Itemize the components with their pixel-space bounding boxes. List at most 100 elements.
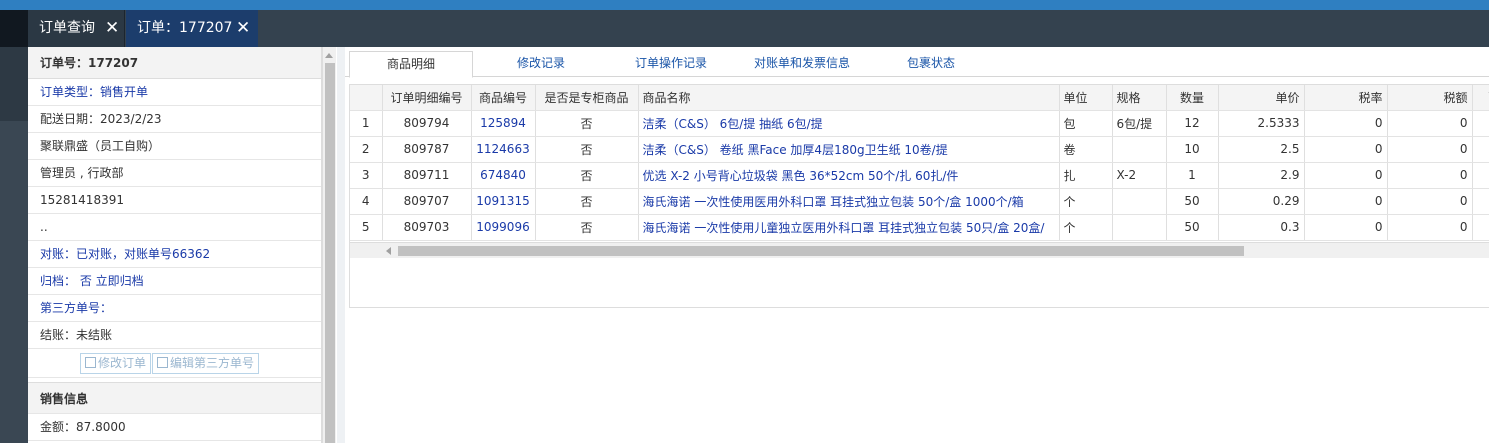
scrollbar-thumb[interactable]: [325, 63, 335, 443]
tab-modification-log[interactable]: 修改记录: [479, 51, 603, 77]
cell-tax-rate: 0: [1304, 136, 1388, 163]
splitter[interactable]: [337, 47, 345, 443]
cell-more: [1472, 110, 1489, 137]
row-number: 3: [350, 162, 383, 189]
edit-order-button[interactable]: 修改订单: [80, 353, 152, 374]
tab-order-detail[interactable]: 订单：177207 ✕: [126, 10, 258, 47]
table-row[interactable]: 1 809794 125894 否 洁柔（C&S） 6包/提 抽纸 6包/提 包…: [350, 110, 1489, 137]
cell-product-name-link[interactable]: 优选 X-2 小号背心垃圾袋 黑色 36*52cm 50个/扎 60扎/件: [638, 162, 1060, 189]
cell-price: 2.5333: [1218, 110, 1305, 137]
cell-product-code-link[interactable]: 125894: [471, 110, 536, 137]
table-row[interactable]: 2 809787 1124663 否 洁柔（C&S） 卷纸 黑Face 加厚4层…: [350, 136, 1489, 163]
tab-label: 订单查询: [39, 20, 95, 36]
col-header-tax-rate[interactable]: 税率: [1304, 85, 1388, 111]
reconcile-status[interactable]: 对账：已对账，对账单号66362: [28, 241, 321, 268]
cell-counter: 否: [535, 136, 639, 163]
col-header-more[interactable]: 7: [1472, 85, 1489, 111]
cell-product-name-link[interactable]: 洁柔（C&S） 6包/提 抽纸 6包/提: [638, 110, 1060, 137]
delivery-date: 配送日期：2023/2/23: [28, 106, 321, 133]
cell-tax-rate: 0: [1304, 188, 1388, 215]
cell-more: [1472, 136, 1489, 163]
cell-unit: 个: [1059, 214, 1113, 241]
side-nav-active-block: [0, 47, 28, 121]
edit-icon: [85, 357, 96, 368]
cell-product-name-link[interactable]: 洁柔（C&S） 卷纸 黑Face 加厚4层180g卫生纸 10卷/提: [638, 136, 1060, 163]
cell-more: [1472, 188, 1489, 215]
cell-spec: 6包/提: [1112, 110, 1167, 137]
col-header-price[interactable]: 单价: [1218, 85, 1305, 111]
col-header-product-code[interactable]: 商品编号: [471, 85, 536, 111]
row-number: 4: [350, 188, 383, 215]
order-number-header: 订单号：177207: [28, 47, 321, 79]
cell-tax-amount: 0: [1387, 136, 1473, 163]
cell-product-code-link[interactable]: 674840: [471, 162, 536, 189]
col-header-detail-id[interactable]: 订单明细编号: [382, 85, 472, 111]
scroll-left-arrow-icon[interactable]: [386, 247, 391, 255]
cell-tax-amount: 0: [1387, 188, 1473, 215]
cell-unit: 扎: [1059, 162, 1113, 189]
cell-product-code-link[interactable]: 1091315: [471, 188, 536, 215]
cell-detail-id: 809707: [382, 188, 472, 215]
archive-status[interactable]: 归档： 否 立即归档: [28, 268, 321, 295]
address: ..: [28, 214, 321, 241]
third-party-number: 第三方单号：: [28, 295, 321, 322]
row-number: 1: [350, 110, 383, 137]
col-header-counter[interactable]: 是否是专柜商品: [535, 85, 639, 111]
order-type[interactable]: 订单类型：销售开单: [28, 79, 321, 106]
cell-product-name-link[interactable]: 海氏海诺 一次性使用儿童独立医用外科口罩 耳挂式独立包装 50只/盒 20盒/: [638, 214, 1060, 241]
left-panel-scrollbar[interactable]: [322, 47, 336, 443]
tab-order-operation-log[interactable]: 订单操作记录: [609, 51, 733, 77]
col-header-rownum: [350, 85, 383, 111]
cell-unit: 包: [1059, 110, 1113, 137]
cell-product-code-link[interactable]: 1124663: [471, 136, 536, 163]
close-icon[interactable]: ✕: [105, 10, 119, 47]
edit-order-label: 修改订单: [98, 356, 147, 370]
edit-icon: [157, 357, 169, 368]
table-row[interactable]: 5 809703 1099096 否 海氏海诺 一次性使用儿童独立医用外科口罩 …: [350, 214, 1489, 241]
col-header-spec[interactable]: 规格: [1112, 85, 1167, 111]
cell-qty: 10: [1166, 136, 1219, 163]
cell-spec: [1112, 136, 1167, 163]
customer-name: 聚联鼎盛（员工自购）: [28, 133, 321, 160]
cell-unit: 卷: [1059, 136, 1113, 163]
tab-product-details[interactable]: 商品明细: [349, 51, 473, 78]
cell-counter: 否: [535, 214, 639, 241]
tab-order-query[interactable]: 订单查询 ✕: [28, 10, 125, 47]
side-nav-strip: [0, 47, 28, 443]
cell-spec: [1112, 214, 1167, 241]
table-row[interactable]: 3 809711 674840 否 优选 X-2 小号背心垃圾袋 黑色 36*5…: [350, 162, 1489, 189]
product-table: 订单明细编号 商品编号 是否是专柜商品 商品名称 单位 规格 数量 单价 税率 …: [350, 85, 1489, 241]
cell-price: 2.9: [1218, 162, 1305, 189]
cell-counter: 否: [535, 110, 639, 137]
cell-counter: 否: [535, 162, 639, 189]
cell-price: 0.3: [1218, 214, 1305, 241]
tab-package-status[interactable]: 包裹状态: [869, 51, 993, 77]
scroll-up-arrow-icon[interactable]: [325, 53, 333, 58]
cell-product-name-link[interactable]: 海氏海诺 一次性使用医用外科口罩 耳挂式独立包装 50个/盒 1000个/箱: [638, 188, 1060, 215]
tab-statement-invoice[interactable]: 对账单和发票信息: [739, 51, 865, 77]
contact-person: 管理员 , 行政部: [28, 160, 321, 187]
cell-product-code-link[interactable]: 1099096: [471, 214, 536, 241]
cell-tax-rate: 0: [1304, 110, 1388, 137]
edit-third-party-label: 编辑第三方单号: [170, 356, 255, 370]
col-header-tax-amount[interactable]: 税额: [1387, 85, 1473, 111]
edit-third-party-button[interactable]: 编辑第三方单号: [152, 353, 260, 374]
cell-tax-amount: 0: [1387, 162, 1473, 189]
cell-price: 2.5: [1218, 136, 1305, 163]
cell-detail-id: 809787: [382, 136, 472, 163]
col-header-qty[interactable]: 数量: [1166, 85, 1219, 111]
row-number: 5: [350, 214, 383, 241]
close-icon[interactable]: ✕: [236, 10, 250, 47]
cell-tax-rate: 0: [1304, 214, 1388, 241]
contact-phone: 15281418391: [28, 187, 321, 214]
main-content: 商品明细 修改记录 订单操作记录 对账单和发票信息 包裹状态 订单明细编号 商品…: [345, 47, 1489, 443]
scrollbar-thumb[interactable]: [398, 246, 1244, 256]
tab-strip: 订单查询 ✕ 订单：177207 ✕: [0, 10, 1489, 47]
cell-more: [1472, 214, 1489, 241]
col-header-product-name[interactable]: 商品名称: [638, 85, 1060, 111]
row-number: 2: [350, 136, 383, 163]
table-row[interactable]: 4 809707 1091315 否 海氏海诺 一次性使用医用外科口罩 耳挂式独…: [350, 188, 1489, 215]
grid-horizontal-scrollbar[interactable]: [350, 242, 1489, 258]
col-header-unit[interactable]: 单位: [1059, 85, 1113, 111]
settlement-status: 结账：未结账: [28, 322, 321, 349]
